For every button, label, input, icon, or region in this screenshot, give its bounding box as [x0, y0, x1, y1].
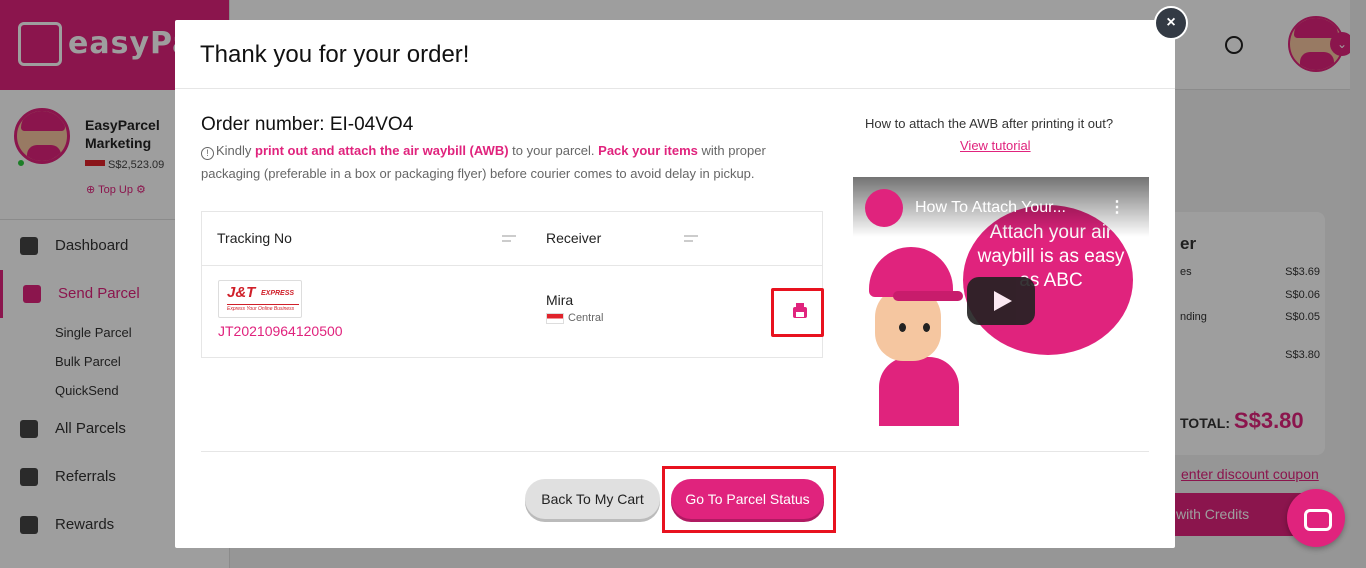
- receiver-region: Central: [568, 312, 604, 324]
- courier-logo-sub: EXPRESS: [261, 290, 295, 297]
- play-icon[interactable]: [967, 277, 1035, 325]
- mascot-cap-brim: [893, 291, 963, 301]
- back-to-cart-button[interactable]: Back To My Cart: [525, 479, 660, 519]
- jt-express-logo: J&T EXPRESS Express Your Online Business: [218, 280, 302, 318]
- sort-icon[interactable]: [684, 235, 698, 243]
- receiver-name: Mira: [546, 292, 574, 308]
- tracking-number-link[interactable]: JT20210964120500: [218, 323, 343, 339]
- order-confirmation-modal: Thank you for your order! × Order number…: [175, 6, 1188, 548]
- more-options-icon[interactable]: ⋮: [1109, 197, 1125, 217]
- courier-logo-text: J&T: [227, 284, 256, 301]
- note-highlight-awb: print out and attach the air waybill (AW…: [255, 143, 509, 158]
- mascot-body: [879, 357, 959, 426]
- info-icon: !: [201, 147, 214, 160]
- mascot-cap: [869, 247, 953, 297]
- singapore-flag-icon: [546, 313, 564, 324]
- mascot-eye: [923, 323, 930, 332]
- divider: [201, 451, 1149, 452]
- note-text: to your parcel.: [508, 143, 599, 158]
- go-to-parcel-status-button[interactable]: Go To Parcel Status: [671, 479, 824, 519]
- close-icon[interactable]: ×: [1154, 6, 1188, 40]
- chat-icon[interactable]: [1287, 489, 1345, 547]
- tutorial-video[interactable]: Attach your air waybill is as easy as AB…: [853, 177, 1149, 426]
- courier-tagline: Express Your Online Business: [227, 304, 299, 312]
- view-tutorial-link[interactable]: View tutorial: [960, 138, 1031, 153]
- print-awb-button[interactable]: [771, 288, 824, 337]
- order-number: Order number: EI-04VO4: [201, 114, 414, 135]
- modal-header: Thank you for your order!: [175, 20, 1175, 89]
- channel-avatar[interactable]: [865, 189, 903, 227]
- awb-question: How to attach the AWB after printing it …: [865, 116, 1114, 131]
- note-text: Kindly: [216, 143, 256, 158]
- note-highlight-pack: Pack your items: [598, 143, 698, 158]
- column-header-receiver[interactable]: Receiver: [546, 212, 601, 265]
- video-title[interactable]: How To Attach Your...: [915, 199, 1066, 217]
- modal-title: Thank you for your order!: [200, 41, 470, 68]
- sort-icon[interactable]: [502, 235, 516, 243]
- printer-icon: [793, 303, 807, 318]
- divider: [202, 265, 822, 266]
- order-table: Tracking No Receiver J&T EXPRESS Express…: [201, 211, 824, 358]
- instruction-note: ! Kindly print out and attach the air way…: [201, 139, 801, 185]
- column-header-tracking[interactable]: Tracking No: [217, 212, 292, 265]
- mascot-eye: [899, 323, 906, 332]
